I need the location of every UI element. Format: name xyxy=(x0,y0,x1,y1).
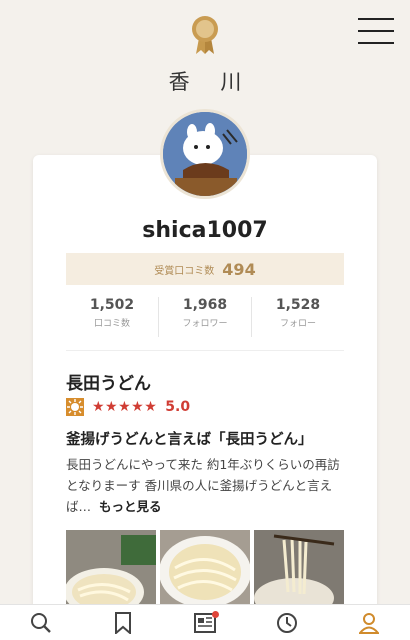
stat-followers[interactable]: 1,968 フォロワー xyxy=(159,297,252,337)
award-label: 受賞口コミ数 xyxy=(154,265,215,277)
review-title[interactable]: 釜揚げうどんと言えば「長田うどん」 xyxy=(66,428,313,449)
hamburger-menu-icon[interactable] xyxy=(358,18,394,46)
medal-icon xyxy=(192,16,218,54)
stat-value: 1,968 xyxy=(182,297,228,313)
profile-stats: 1,502 口コミ数 1,968 フォロワー 1,528 フォロー xyxy=(66,297,344,337)
nav-news[interactable] xyxy=(164,605,246,640)
award-value: 494 xyxy=(222,259,256,279)
avatar[interactable] xyxy=(160,109,250,199)
award-rating-icon xyxy=(66,398,84,416)
stat-reviews[interactable]: 1,502 口コミ数 xyxy=(66,297,159,337)
region-title: 香 川 xyxy=(168,70,254,94)
review-photo[interactable] xyxy=(254,530,344,610)
read-more-link[interactable]: もっと見る xyxy=(99,499,162,514)
review-photos xyxy=(66,530,344,610)
stat-following[interactable]: 1,528 フォロー xyxy=(252,297,344,337)
stat-label: フォロワー xyxy=(182,319,228,329)
review-photo[interactable] xyxy=(160,530,250,610)
rating-value: 5.0 xyxy=(165,399,191,415)
profile-icon xyxy=(359,612,379,634)
stat-label: 口コミ数 xyxy=(93,319,130,329)
history-icon xyxy=(277,612,297,633)
nav-history[interactable] xyxy=(246,605,328,640)
divider xyxy=(66,350,344,351)
avatar-image xyxy=(163,112,247,196)
username: shica1007 xyxy=(142,218,268,243)
review-photo[interactable] xyxy=(66,530,156,610)
stat-value: 1,528 xyxy=(275,297,321,313)
nav-search[interactable] xyxy=(0,605,82,640)
bookmark-icon xyxy=(115,611,131,634)
nav-profile[interactable] xyxy=(328,605,410,640)
bottom-nav xyxy=(0,604,410,640)
rating-row: ★★★★★ 5.0 xyxy=(66,397,190,417)
stat-value: 1,502 xyxy=(89,297,135,313)
search-icon xyxy=(31,612,51,633)
stat-label: フォロー xyxy=(279,319,316,329)
shop-name[interactable]: 長田うどん xyxy=(66,369,151,394)
star-rating: ★★★★★ xyxy=(92,399,158,415)
notification-dot xyxy=(212,611,219,618)
nav-bookmark[interactable] xyxy=(82,605,164,640)
review-body: 長田うどんにやって来た 約1年ぶりくらいの再訪となりまーす 香川県の人に釜揚げう… xyxy=(66,454,348,517)
award-count-banner: 受賞口コミ数 494 xyxy=(66,253,344,285)
